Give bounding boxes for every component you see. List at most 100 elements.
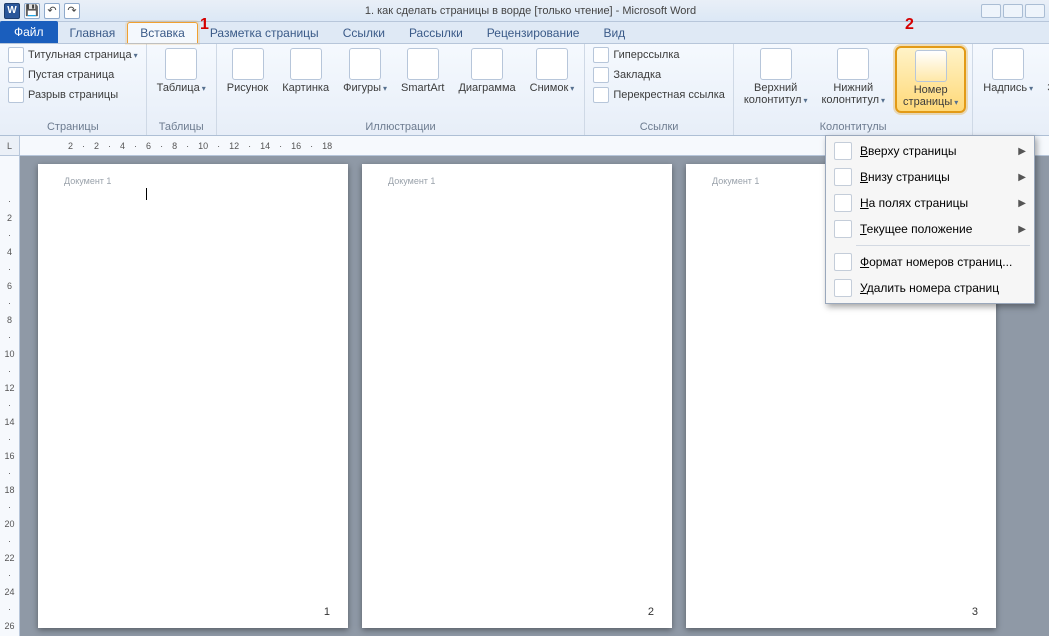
ruler-tick: · (160, 141, 163, 151)
ruler-tick: 6 (7, 281, 12, 291)
tab-review[interactable]: Рецензирование (475, 23, 592, 43)
menu-item-icon (834, 253, 852, 271)
hyperlink-icon (593, 47, 609, 63)
page-number-menu: Вверху страницы▶Внизу страницы▶На полях … (825, 135, 1035, 304)
ruler-tick: 26 (4, 621, 14, 631)
header-button[interactable]: Верхний колонтитул (740, 46, 812, 109)
submenu-arrow-icon: ▶ (1018, 146, 1026, 157)
chart-icon (471, 48, 503, 80)
page-number-button[interactable]: Номер страницы (895, 46, 966, 113)
ruler-tick: 20 (4, 519, 14, 529)
shapes-button[interactable]: Фигуры (339, 46, 391, 97)
picture-button[interactable]: Рисунок (223, 46, 273, 96)
vertical-ruler[interactable]: ·2·4·6·8·10·12·14·16·18·20·22·24·26 (0, 156, 20, 636)
save-icon[interactable]: 💾 (24, 3, 40, 19)
ruler-tick: · (8, 332, 11, 342)
bookmark-button[interactable]: Закладка (591, 66, 727, 84)
group-text: Надпись Экспресс-блоки W (973, 44, 1049, 135)
ruler-tick: 2 (94, 141, 99, 151)
textbox-button[interactable]: Надпись (979, 46, 1037, 97)
submenu-arrow-icon: ▶ (1018, 198, 1026, 209)
group-headerfooter: Верхний колонтитул Нижний колонтитул Ном… (734, 44, 973, 135)
close-button[interactable] (1025, 4, 1045, 18)
group-label-illustrations: Иллюстрации (223, 121, 579, 135)
header-icon (760, 48, 792, 80)
quickparts-button[interactable]: Экспресс-блоки (1043, 46, 1049, 109)
ruler-tick: 4 (120, 141, 125, 151)
page-number-icon (915, 50, 947, 82)
group-label-pages: Страницы (6, 121, 140, 135)
page-number: 2 (648, 606, 654, 618)
menu-item-label: Внизу страницы (860, 170, 950, 184)
table-icon (165, 48, 197, 80)
menu-item[interactable]: Удалить номера страниц (826, 275, 1034, 301)
blank-page-button[interactable]: Пустая страница (6, 66, 140, 84)
tab-file[interactable]: Файл (0, 21, 58, 43)
tab-view[interactable]: Вид (591, 23, 637, 43)
menu-item-label: На полях страницы (860, 196, 968, 210)
menu-item[interactable]: Вверху страницы▶ (826, 138, 1034, 164)
ruler-tick: · (8, 434, 11, 444)
crossref-icon (593, 87, 609, 103)
cover-page-button[interactable]: Титульная страница (6, 46, 140, 64)
submenu-arrow-icon: ▶ (1018, 224, 1026, 235)
tab-insert[interactable]: Вставка (127, 22, 198, 43)
text-cursor (146, 188, 147, 200)
menu-item-label: Формат номеров страниц... (860, 255, 1012, 269)
ruler-tick: 14 (260, 141, 270, 151)
footer-button[interactable]: Нижний колонтитул (817, 46, 889, 109)
ruler-tick: · (8, 298, 11, 308)
page-number: 1 (324, 606, 330, 618)
menu-item[interactable]: На полях страницы ▶ (826, 190, 1034, 216)
tab-mailings[interactable]: Рассылки (397, 23, 475, 43)
ruler-tick: · (8, 230, 11, 240)
undo-icon[interactable]: ↶ (44, 3, 60, 19)
ribbon: Титульная страница Пустая страница Разры… (0, 44, 1049, 136)
cover-page-icon (8, 47, 24, 63)
ruler-tick: · (134, 141, 137, 151)
menu-item[interactable]: Текущее положение ▶ (826, 216, 1034, 242)
footer-icon (837, 48, 869, 80)
bookmark-icon (593, 67, 609, 83)
redo-icon[interactable]: ↷ (64, 3, 80, 19)
group-label-tables: Таблицы (153, 121, 210, 135)
menu-item-icon (834, 168, 852, 186)
screenshot-button[interactable]: Снимок (526, 46, 579, 97)
tab-references[interactable]: Ссылки (331, 23, 397, 43)
smartart-button[interactable]: SmartArt (397, 46, 448, 96)
page-break-button[interactable]: Разрыв страницы (6, 86, 140, 104)
tab-pagelayout[interactable]: Разметка страницы (198, 23, 331, 43)
menu-item[interactable]: Формат номеров страниц... (826, 249, 1034, 275)
ruler-tick: 12 (229, 141, 239, 151)
page[interactable]: Документ 11 (38, 164, 348, 628)
tab-home[interactable]: Главная (58, 23, 128, 43)
ruler-tick: 4 (7, 247, 12, 257)
ruler-tick: · (8, 400, 11, 410)
page[interactable]: Документ 12 (362, 164, 672, 628)
ruler-tick: 8 (7, 315, 12, 325)
clipart-button[interactable]: Картинка (278, 46, 333, 96)
menu-item-label: Текущее положение (860, 222, 972, 236)
minimize-button[interactable] (981, 4, 1001, 18)
ruler-tick: · (217, 141, 220, 151)
ruler-tick: · (8, 570, 11, 580)
crossref-button[interactable]: Перекрестная ссылка (591, 86, 727, 104)
ruler-tick: 18 (4, 485, 14, 495)
menu-item-icon (834, 194, 852, 212)
hyperlink-button[interactable]: Гиперссылка (591, 46, 727, 64)
ruler-corner[interactable]: L (0, 136, 20, 156)
page-break-icon (8, 87, 24, 103)
maximize-button[interactable] (1003, 4, 1023, 18)
menu-item-label: Удалить номера страниц (860, 281, 999, 295)
ruler-tick: · (279, 141, 282, 151)
chart-button[interactable]: Диаграмма (454, 46, 519, 96)
ruler-tick: · (310, 141, 313, 151)
menu-item[interactable]: Внизу страницы▶ (826, 164, 1034, 190)
group-label-headerfooter: Колонтитулы (740, 121, 966, 135)
menu-separator (856, 245, 1030, 246)
table-button[interactable]: Таблица (153, 46, 210, 97)
ruler-tick: · (186, 141, 189, 151)
ruler-tick: 6 (146, 141, 151, 151)
group-links: Гиперссылка Закладка Перекрестная ссылка… (585, 44, 734, 135)
ruler-tick: 16 (291, 141, 301, 151)
